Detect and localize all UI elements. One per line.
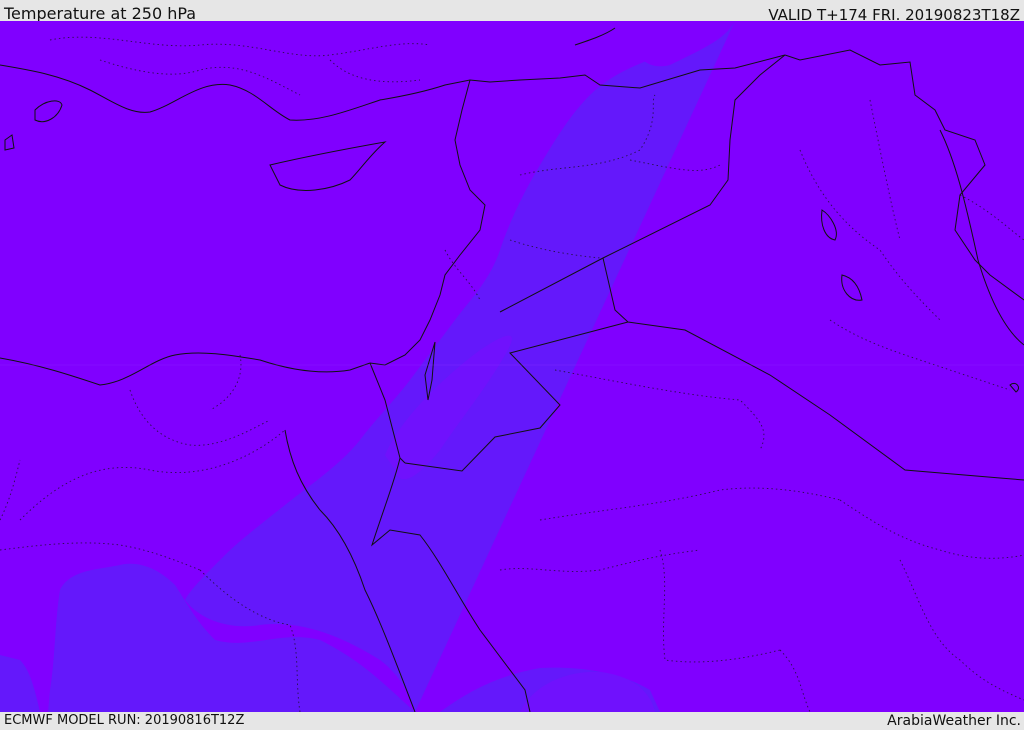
header-bar: Temperature at 250 hPa VALID T+174 FRI. …	[0, 0, 1024, 24]
footer-bar: ECMWF MODEL RUN: 20190816T12Z ArabiaWeat…	[0, 712, 1024, 729]
model-run-label: ECMWF MODEL RUN: 20190816T12Z	[4, 713, 245, 728]
weather-map[interactable]	[0, 21, 1024, 712]
map-canvas	[0, 21, 1024, 712]
credit-label: ArabiaWeather Inc.	[887, 713, 1021, 729]
